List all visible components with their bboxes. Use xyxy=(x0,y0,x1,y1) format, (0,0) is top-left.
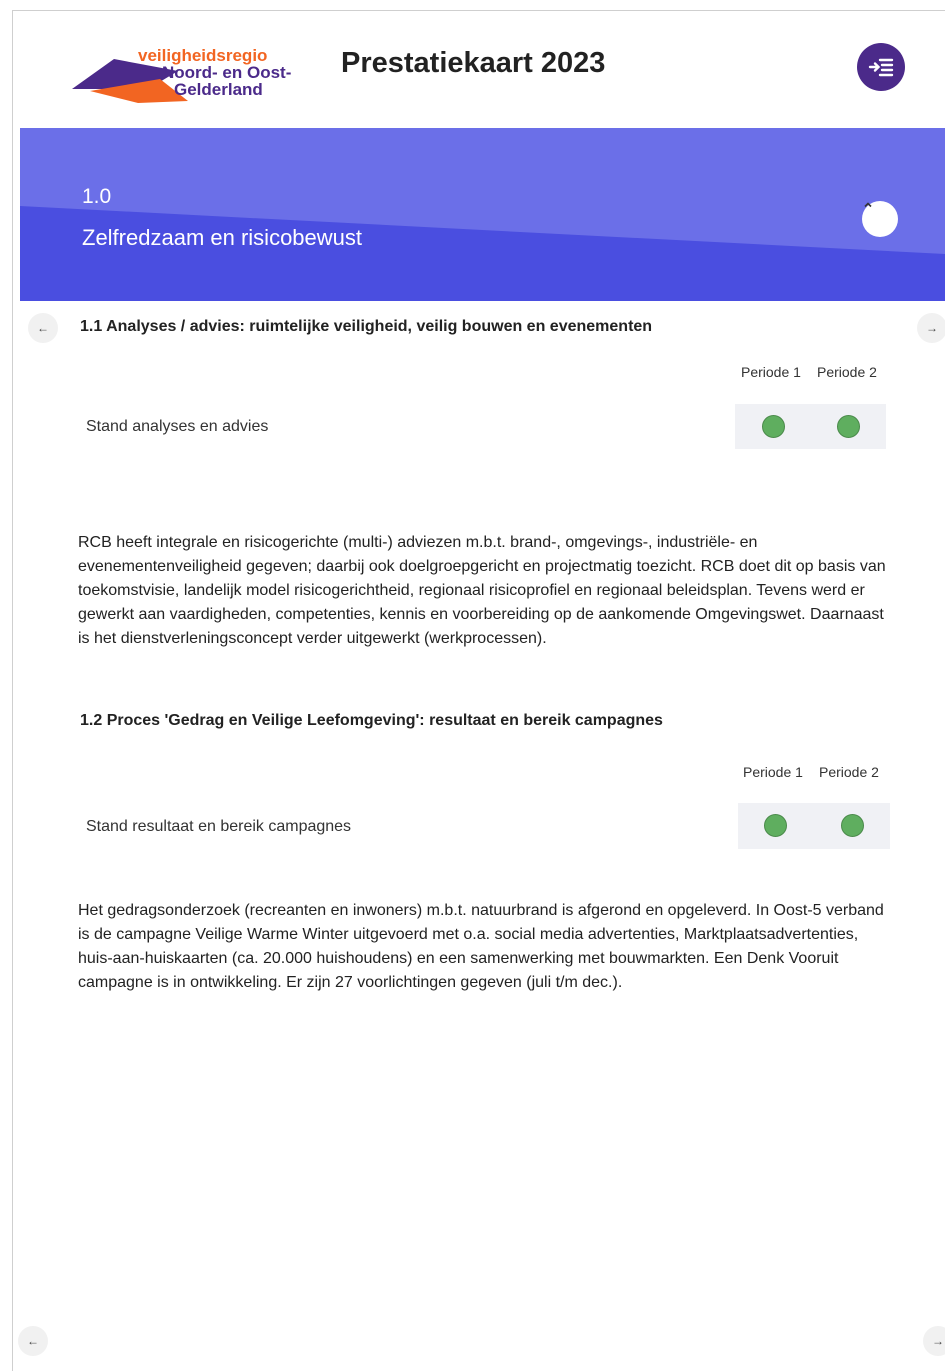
section-heading: 1.2 Proces 'Gedrag en Veilige Leefomgevi… xyxy=(80,712,663,729)
period-label: Periode 1 xyxy=(741,364,801,380)
period-label: Periode 2 xyxy=(819,764,879,780)
section-heading: 1.1 Analyses / advies: ruimtelijke veili… xyxy=(80,318,653,335)
indent-list-icon xyxy=(868,58,894,77)
next-page-button[interactable]: → xyxy=(923,1326,945,1356)
indicator-label: Stand resultaat en bereik campagnes xyxy=(86,818,352,835)
arrow-right-icon: → xyxy=(926,321,938,335)
status-dot xyxy=(762,415,785,438)
chapter-banner: 1.0 Zelfredzaam en risicobewust xyxy=(20,128,945,301)
arrow-right-icon: → xyxy=(932,1334,944,1348)
status-dot xyxy=(837,415,860,438)
section-text: RCB heeft integrale en risicogerichte (m… xyxy=(78,534,886,647)
collapse-button[interactable] xyxy=(862,201,898,237)
page-title: Prestatiekaart 2023 xyxy=(341,47,606,79)
arrow-left-icon: ← xyxy=(37,321,49,335)
status-dot xyxy=(764,814,787,837)
chapter-title: Zelfredzaam en risicobewust xyxy=(82,225,363,250)
next-button[interactable]: → xyxy=(917,313,945,343)
prev-page-button[interactable]: ← xyxy=(18,1326,48,1356)
status-dot xyxy=(841,814,864,837)
status-box xyxy=(735,404,886,449)
logo-line-2: Noord- en Oost- xyxy=(162,63,292,82)
period-label: Periode 2 xyxy=(817,364,877,380)
indicator-label: Stand analyses en advies xyxy=(86,418,269,435)
period-label: Periode 1 xyxy=(743,764,803,780)
section-text: Het gedragsonderzoek (recreanten en inwo… xyxy=(78,902,884,991)
banner-background xyxy=(20,128,945,254)
logo-line-3: Gelderland xyxy=(174,80,263,99)
logo-wordmark: veiligheidsregio Noord- en Oost- Gelderl… xyxy=(138,47,291,98)
arrow-left-icon: ← xyxy=(27,1334,39,1348)
status-box xyxy=(738,803,890,849)
logo-line-1: veiligheidsregio xyxy=(138,46,268,65)
chevron-up-icon xyxy=(864,202,872,208)
menu-button[interactable] xyxy=(857,43,905,91)
chapter-number: 1.0 xyxy=(82,185,112,208)
prev-button[interactable]: ← xyxy=(28,313,58,343)
